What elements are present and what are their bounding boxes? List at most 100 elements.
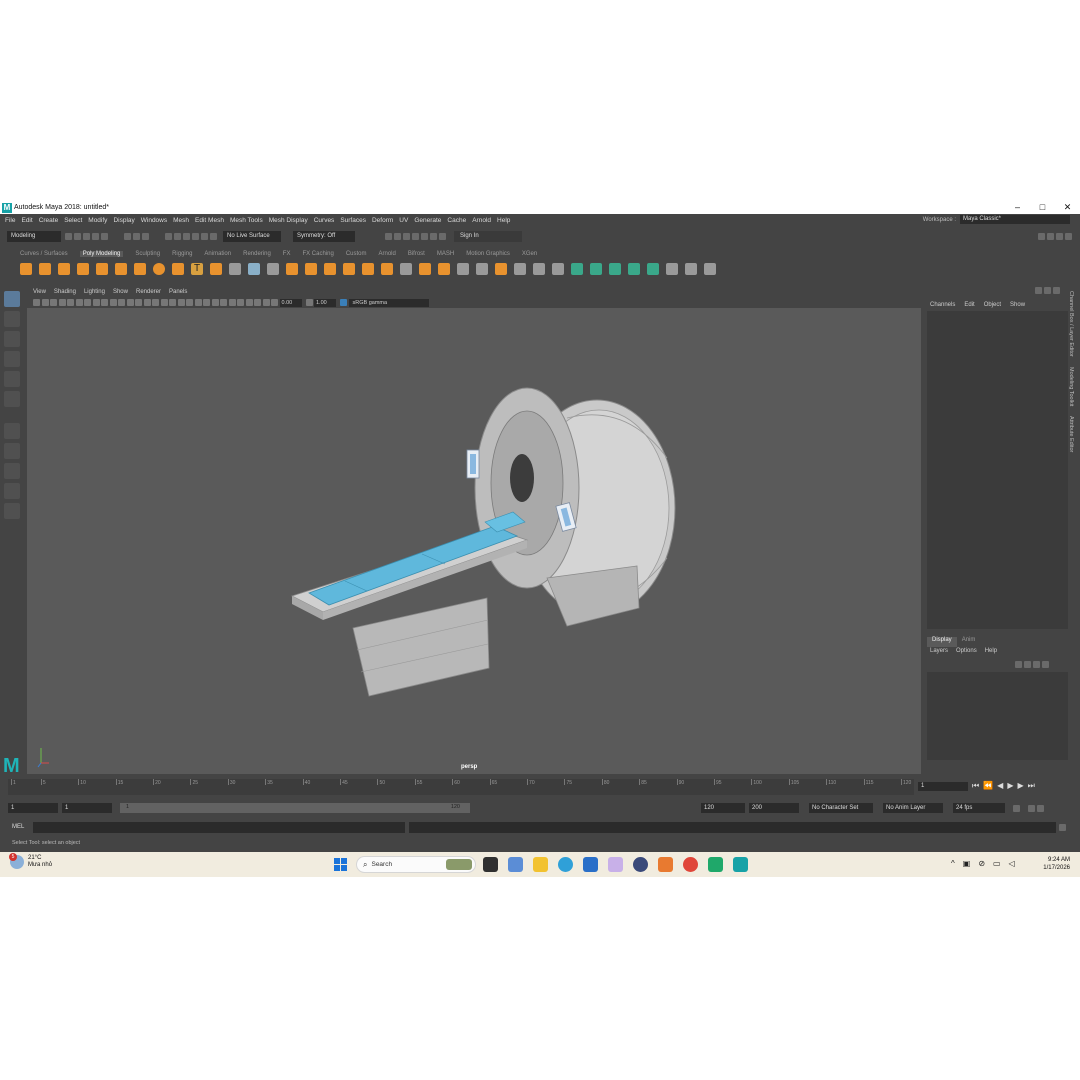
slide-edge-icon[interactable] (552, 263, 564, 275)
depth-of-field-icon[interactable] (228, 299, 236, 306)
checker-uv-icon[interactable] (666, 263, 678, 275)
color-management-icon[interactable] (340, 299, 347, 306)
motion-blur-icon[interactable] (211, 299, 219, 306)
shelf-tab-motion-graphics[interactable]: Motion Graphics (466, 251, 510, 257)
maya-taskbar-icon[interactable] (733, 857, 748, 872)
viewport-menu-view[interactable]: View (33, 289, 46, 295)
viewport-menu-lighting[interactable]: Lighting (84, 289, 105, 295)
snap-grid-icon[interactable] (165, 233, 172, 240)
anti-aliasing-icon[interactable] (220, 299, 227, 306)
tab-display[interactable]: Display (927, 637, 957, 647)
layer-help-menu[interactable]: Help (985, 648, 997, 654)
shelf-tab-xgen[interactable]: XGen (522, 251, 537, 257)
new-empty-layer-icon[interactable] (1033, 661, 1040, 668)
menu-uv[interactable]: UV (399, 217, 408, 224)
sew-uv-icon[interactable] (704, 263, 716, 275)
multi-cut-icon[interactable] (476, 263, 488, 275)
film-gate-icon[interactable] (92, 299, 100, 306)
menu-help[interactable]: Help (497, 217, 510, 224)
ipr-render-icon[interactable] (403, 233, 410, 240)
spherical-uv-icon[interactable] (609, 263, 621, 275)
weather-widget[interactable]: 5 21°C Mưa nhỏ (9, 853, 52, 869)
uv-editor-icon[interactable] (647, 263, 659, 275)
svg-icon[interactable] (210, 263, 222, 275)
select-hierarchy-icon[interactable] (124, 233, 131, 240)
menu-deform[interactable]: Deform (372, 217, 393, 224)
xray-components-icon[interactable] (262, 299, 270, 306)
toggle-panel-icon[interactable] (1038, 233, 1045, 240)
2d-pan-zoom-icon[interactable] (67, 299, 74, 306)
camera-select-icon[interactable] (33, 299, 40, 306)
snap-surface-icon[interactable] (201, 233, 208, 240)
step-back-key-icon[interactable]: ⏪ (983, 781, 993, 791)
save-scene-icon[interactable] (83, 233, 90, 240)
menu-display[interactable]: Display (113, 217, 134, 224)
end-time-field[interactable]: 200 (749, 803, 799, 813)
menu-edit[interactable]: Edit (21, 217, 32, 224)
side-tab-channel-box[interactable]: Channel Box / Layer Editor (1068, 291, 1074, 357)
mode-dropdown[interactable]: Modeling (7, 231, 61, 242)
character-set-dropdown[interactable]: No Character Set (809, 803, 873, 813)
shelf-tab-custom[interactable]: Custom (346, 251, 367, 257)
menu-arnold[interactable]: Arnold (472, 217, 491, 224)
undo-icon[interactable] (92, 233, 99, 240)
fps-dropdown[interactable]: 24 fps (953, 803, 1005, 813)
script-editor-icon[interactable] (1059, 823, 1066, 831)
select-object-icon[interactable] (133, 233, 140, 240)
resolution-gate-icon[interactable] (101, 299, 108, 306)
playback-end-field[interactable]: 120 (701, 803, 745, 813)
use-all-lights-icon[interactable] (186, 299, 193, 306)
menu-mesh[interactable]: Mesh (173, 217, 189, 224)
clock[interactable]: 9:24 AM 1/17/2026 (1032, 856, 1070, 872)
tab-anim[interactable]: Anim (957, 637, 981, 647)
hypershade-icon[interactable] (421, 233, 428, 240)
bevel-icon[interactable] (362, 263, 374, 275)
maximize-button[interactable]: □ (1030, 201, 1055, 214)
safe-title-icon[interactable] (135, 299, 142, 306)
lasso-tool-icon[interactable] (4, 311, 20, 327)
shelf-tab-poly-modeling[interactable]: Poly Modeling (79, 250, 124, 257)
play-forward-icon[interactable]: ▶ (1007, 781, 1013, 791)
separate-icon[interactable] (248, 263, 260, 275)
move-tool-icon[interactable] (4, 351, 20, 367)
camera-attributes-icon[interactable] (41, 299, 49, 306)
shelf-tab-rigging[interactable]: Rigging (172, 251, 192, 257)
store-icon[interactable] (583, 857, 598, 872)
display-icon[interactable]: ▭ (993, 859, 1001, 868)
super-shape-icon[interactable] (172, 263, 184, 275)
safe-action-icon[interactable] (126, 299, 134, 306)
auto-key-icon[interactable] (1028, 804, 1035, 812)
shelf-tab-mash[interactable]: MASH (437, 251, 454, 257)
paint-weights-icon[interactable] (533, 263, 545, 275)
layer-list[interactable] (927, 672, 1068, 760)
shelf-tab-curves-surfaces[interactable]: Curves / Surfaces (20, 251, 68, 257)
menu-mesh-tools[interactable]: Mesh Tools (230, 217, 263, 224)
layer-move-up-icon[interactable] (1015, 661, 1022, 668)
color-space-dropdown[interactable]: sRGB gamma (348, 298, 429, 307)
rotate-tool-icon[interactable] (4, 371, 20, 387)
shelf-tab-arnold[interactable]: Arnold (379, 251, 396, 257)
shelf-tab-bifrost[interactable]: Bifrost (408, 251, 425, 257)
playback-start-field[interactable]: 1 (62, 803, 112, 813)
field-chart-icon[interactable] (118, 299, 125, 306)
menu-windows[interactable]: Windows (141, 217, 167, 224)
wireframe-on-shaded-icon[interactable] (169, 299, 176, 306)
select-component-icon[interactable] (142, 233, 149, 240)
poly-disc-icon[interactable] (134, 263, 146, 275)
task-view-icon[interactable] (483, 857, 498, 872)
xray-icon[interactable] (245, 299, 253, 306)
command-input[interactable] (33, 821, 405, 833)
toggle-toolbox-icon[interactable] (1047, 233, 1054, 240)
menu-mesh-display[interactable]: Mesh Display (269, 217, 308, 224)
snap-curve-icon[interactable] (174, 233, 181, 240)
fill-hole-icon[interactable] (381, 263, 393, 275)
smooth-shade-icon[interactable] (152, 299, 159, 306)
figma-icon[interactable] (608, 857, 623, 872)
layer-move-down-icon[interactable] (1024, 661, 1031, 668)
start-button-icon[interactable] (334, 858, 347, 871)
loop-icon[interactable] (1013, 804, 1020, 812)
current-frame-field[interactable]: 1 (918, 782, 968, 791)
screen-space-ao-icon[interactable] (203, 299, 210, 306)
shelf-tab-fx[interactable]: FX (283, 251, 291, 257)
file-explorer-icon[interactable] (533, 857, 548, 872)
